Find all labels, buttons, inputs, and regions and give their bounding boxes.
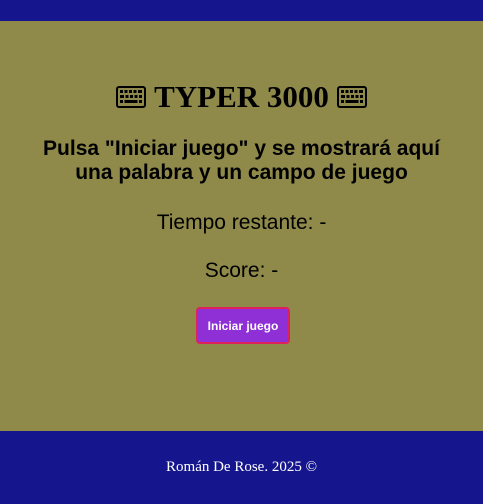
keyboard-icon [116,86,147,108]
top-bar [0,0,483,21]
keyboard-icon [336,86,367,108]
footer: Román De Rose. 2025 © [0,431,483,504]
score-display: Score: - [204,259,279,282]
game-area: TYPER 3000 Pulsa "Iniciar juego" y se mo… [0,21,483,431]
page-title: TYPER 3000 [0,79,483,115]
start-game-button[interactable]: Iniciar juego [196,307,290,344]
footer-credit: Román De Rose. 2025 © [166,459,317,475]
time-remaining: Tiempo restante: - [156,211,327,234]
game-instructions: Pulsa "Iniciar juego" y se mostrará aquí… [43,137,440,184]
title-text: TYPER 3000 [154,79,329,114]
